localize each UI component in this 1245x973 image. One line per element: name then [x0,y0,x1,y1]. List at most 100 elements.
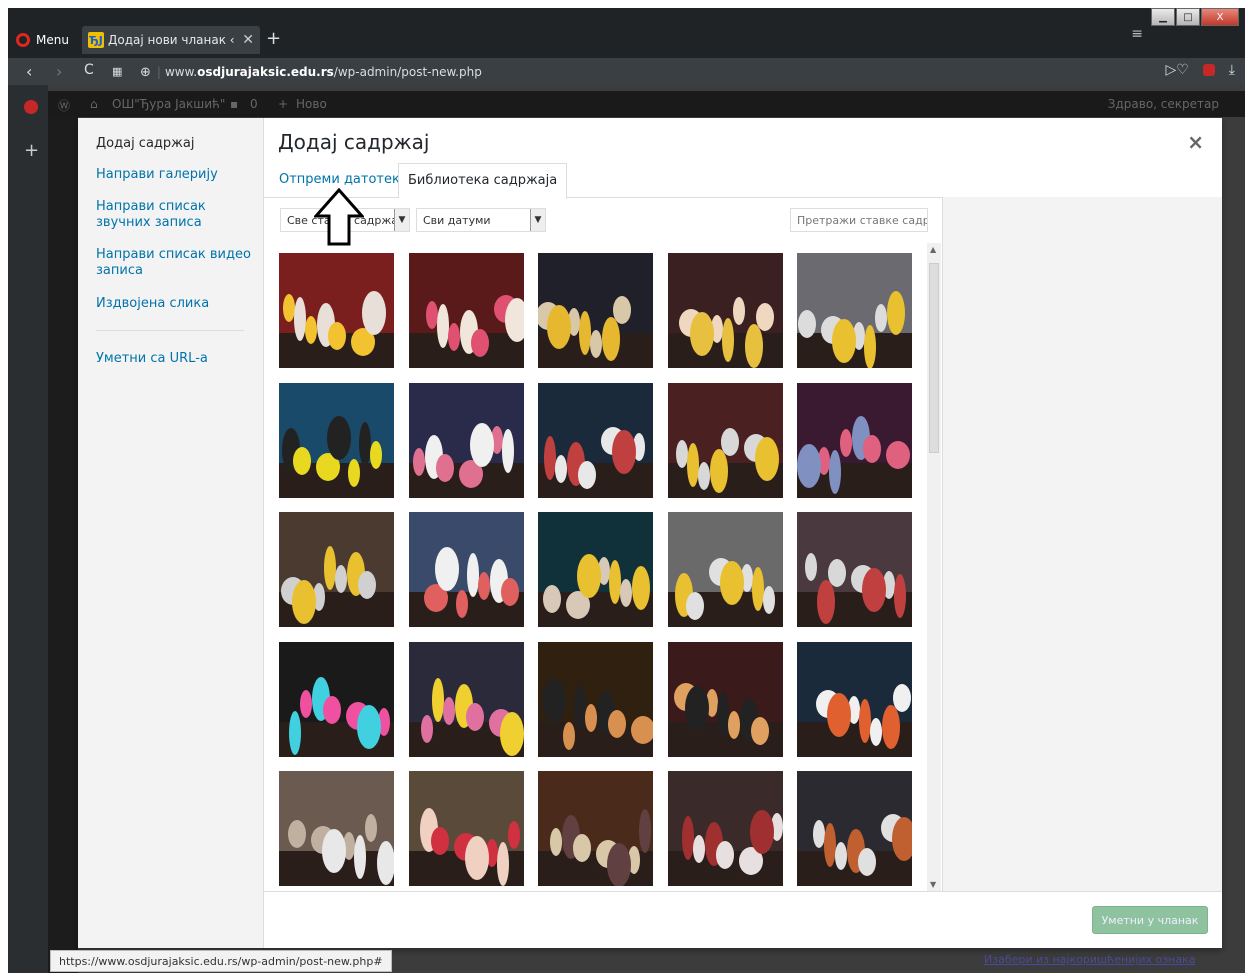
url-prefix: www. [164,65,198,79]
back-icon[interactable]: ‹ [26,62,32,81]
tab-upload-files[interactable]: Отпреми датотеке [279,172,408,187]
photo-thumbnail-image [279,253,394,368]
ublock-sidebar-icon[interactable] [24,100,38,114]
media-thumbnail[interactable] [797,641,912,757]
address-actions: ▷♡ ⤓ [1165,62,1235,78]
insert-into-post-button[interactable]: Уметни у чланак [1092,906,1208,934]
scroll-up-icon[interactable]: ▲ [930,245,936,254]
sidebar-add-icon[interactable]: + [24,140,39,161]
site-favicon-icon: ЂЈ [88,32,104,48]
media-thumbnail[interactable] [408,382,524,498]
site-name[interactable]: ОШ"Ђура Јакшић" [112,97,225,111]
media-thumbnail[interactable] [538,382,653,498]
photo-thumbnail-image [667,512,783,627]
media-search-input[interactable]: Претражи ставке садржаја [790,208,928,232]
media-thumbnail[interactable] [667,382,783,498]
media-thumbnail[interactable] [408,512,524,627]
tab-menu-icon[interactable]: ≡ [1131,26,1143,42]
browser-sidebar [8,85,48,973]
close-window-button[interactable]: X [1201,8,1239,26]
opera-menu-button[interactable]: Menu [16,30,69,50]
browser-tab-active[interactable]: ЂЈ Додај нови чланак ‹ ОШ ✕ [82,26,260,54]
media-thumbnail[interactable] [279,382,394,498]
media-thumbnail[interactable] [797,512,912,627]
menu-label: Menu [36,33,69,47]
wp-admin-bar: Ⓦ ⌂ ОШ"Ђура Јакшић" ▪ 0 + Ново Здраво, с… [48,91,1245,117]
media-thumbnail[interactable] [797,382,912,498]
media-modal: Додај садржај Направи галерију Направи с… [78,118,1222,948]
media-thumbnail[interactable] [279,512,394,627]
media-thumbnail[interactable] [667,771,783,886]
photo-thumbnail-image [408,771,524,886]
speed-dial-icon[interactable]: ▦ [112,65,122,78]
window-controls: ▁ □ X [1150,8,1239,26]
tab-title: Додај нови чланак ‹ ОШ [108,33,236,47]
photo-thumbnail-image [797,382,912,498]
photo-thumbnail-image [538,641,653,757]
media-toolbar: Уметни у чланак [264,891,1222,948]
media-thumbnail[interactable] [408,253,524,368]
media-thumbnail[interactable] [279,253,394,368]
media-thumbnail[interactable] [279,771,394,886]
media-thumbnail[interactable] [667,253,783,368]
menu-featured-image[interactable]: Издвојена слика [96,296,256,312]
media-thumbnail[interactable] [667,641,783,757]
maximize-button[interactable]: □ [1176,8,1200,26]
photo-thumbnail-image [667,382,783,498]
modal-title: Додај садржај [278,130,430,154]
wordpress-logo-icon[interactable]: Ⓦ [58,97,70,114]
url-input[interactable]: ⊕ | www. osdjurajaksic.edu.rs/wp-admin/po… [140,62,1120,82]
media-thumbnail[interactable] [408,641,524,757]
media-thumbnail[interactable] [538,771,653,886]
send-icon[interactable]: ▷♡ [1165,62,1188,78]
media-thumbnail[interactable] [279,641,394,757]
photo-thumbnail-image [538,253,653,368]
photo-thumbnail-image [797,771,912,886]
photo-thumbnail-image [279,512,394,627]
menu-create-audio-playlist[interactable]: Направи списак звучних записа [96,199,256,231]
filter-date-select[interactable]: Сви датуми ▼ [416,208,546,232]
photo-thumbnail-image [538,382,653,498]
media-thumbnail[interactable] [797,771,912,886]
new-tab-button[interactable]: + [266,28,281,49]
new-menu[interactable]: Ново [296,97,327,111]
attachments-scrollbar[interactable]: ▲ ▼ [927,243,941,891]
media-thumbnail[interactable] [797,253,912,368]
download-icon[interactable]: ⤓ [1229,62,1235,78]
media-thumbnail[interactable] [538,512,653,627]
filter-date-value: Сви датуми [423,214,491,227]
media-thumbnail[interactable] [538,641,653,757]
media-thumbnail[interactable] [667,512,783,627]
forward-icon[interactable]: › [56,62,62,81]
media-router: Отпреми датотеке Библиотека садржаја [264,163,1222,199]
photo-thumbnail-image [408,253,524,368]
opera-logo-icon [16,33,30,47]
scroll-thumb[interactable] [929,263,939,453]
wp-admin-menu [48,117,78,973]
media-thumbnail[interactable] [408,771,524,886]
tab-media-library[interactable]: Библиотека садржаја [398,163,568,199]
menu-insert-media[interactable]: Додај садржај [96,136,256,152]
tab-close-icon[interactable]: ✕ [242,32,254,48]
media-thumbnail[interactable] [538,253,653,368]
photo-thumbnail-image [538,512,653,627]
scroll-down-icon[interactable]: ▼ [930,880,936,889]
home-icon[interactable]: ⌂ [90,97,98,111]
photo-thumbnail-image [408,382,524,498]
most-used-tags-link[interactable]: Изабери из најкоришћенијих ознака [984,953,1195,966]
comment-icon[interactable]: ▪ [230,97,238,111]
ublock-extension-icon[interactable] [1202,64,1215,76]
reload-icon[interactable]: C [84,62,94,78]
photo-thumbnail-image [797,641,912,757]
photo-thumbnail-image [797,253,912,368]
menu-create-video-playlist[interactable]: Направи списак видео записа [96,247,256,279]
close-icon[interactable]: × [1187,130,1204,154]
greeting[interactable]: Здраво, секретар [1108,97,1219,111]
media-menu: Додај садржај Направи галерију Направи с… [78,118,264,948]
photo-thumbnail-image [667,641,783,757]
chevron-down-icon: ▼ [394,209,409,231]
photo-thumbnail-image [408,641,524,757]
menu-insert-from-url[interactable]: Уметни са URL-а [96,351,256,367]
menu-create-gallery[interactable]: Направи галерију [96,167,256,183]
minimize-button[interactable]: ▁ [1151,8,1175,26]
